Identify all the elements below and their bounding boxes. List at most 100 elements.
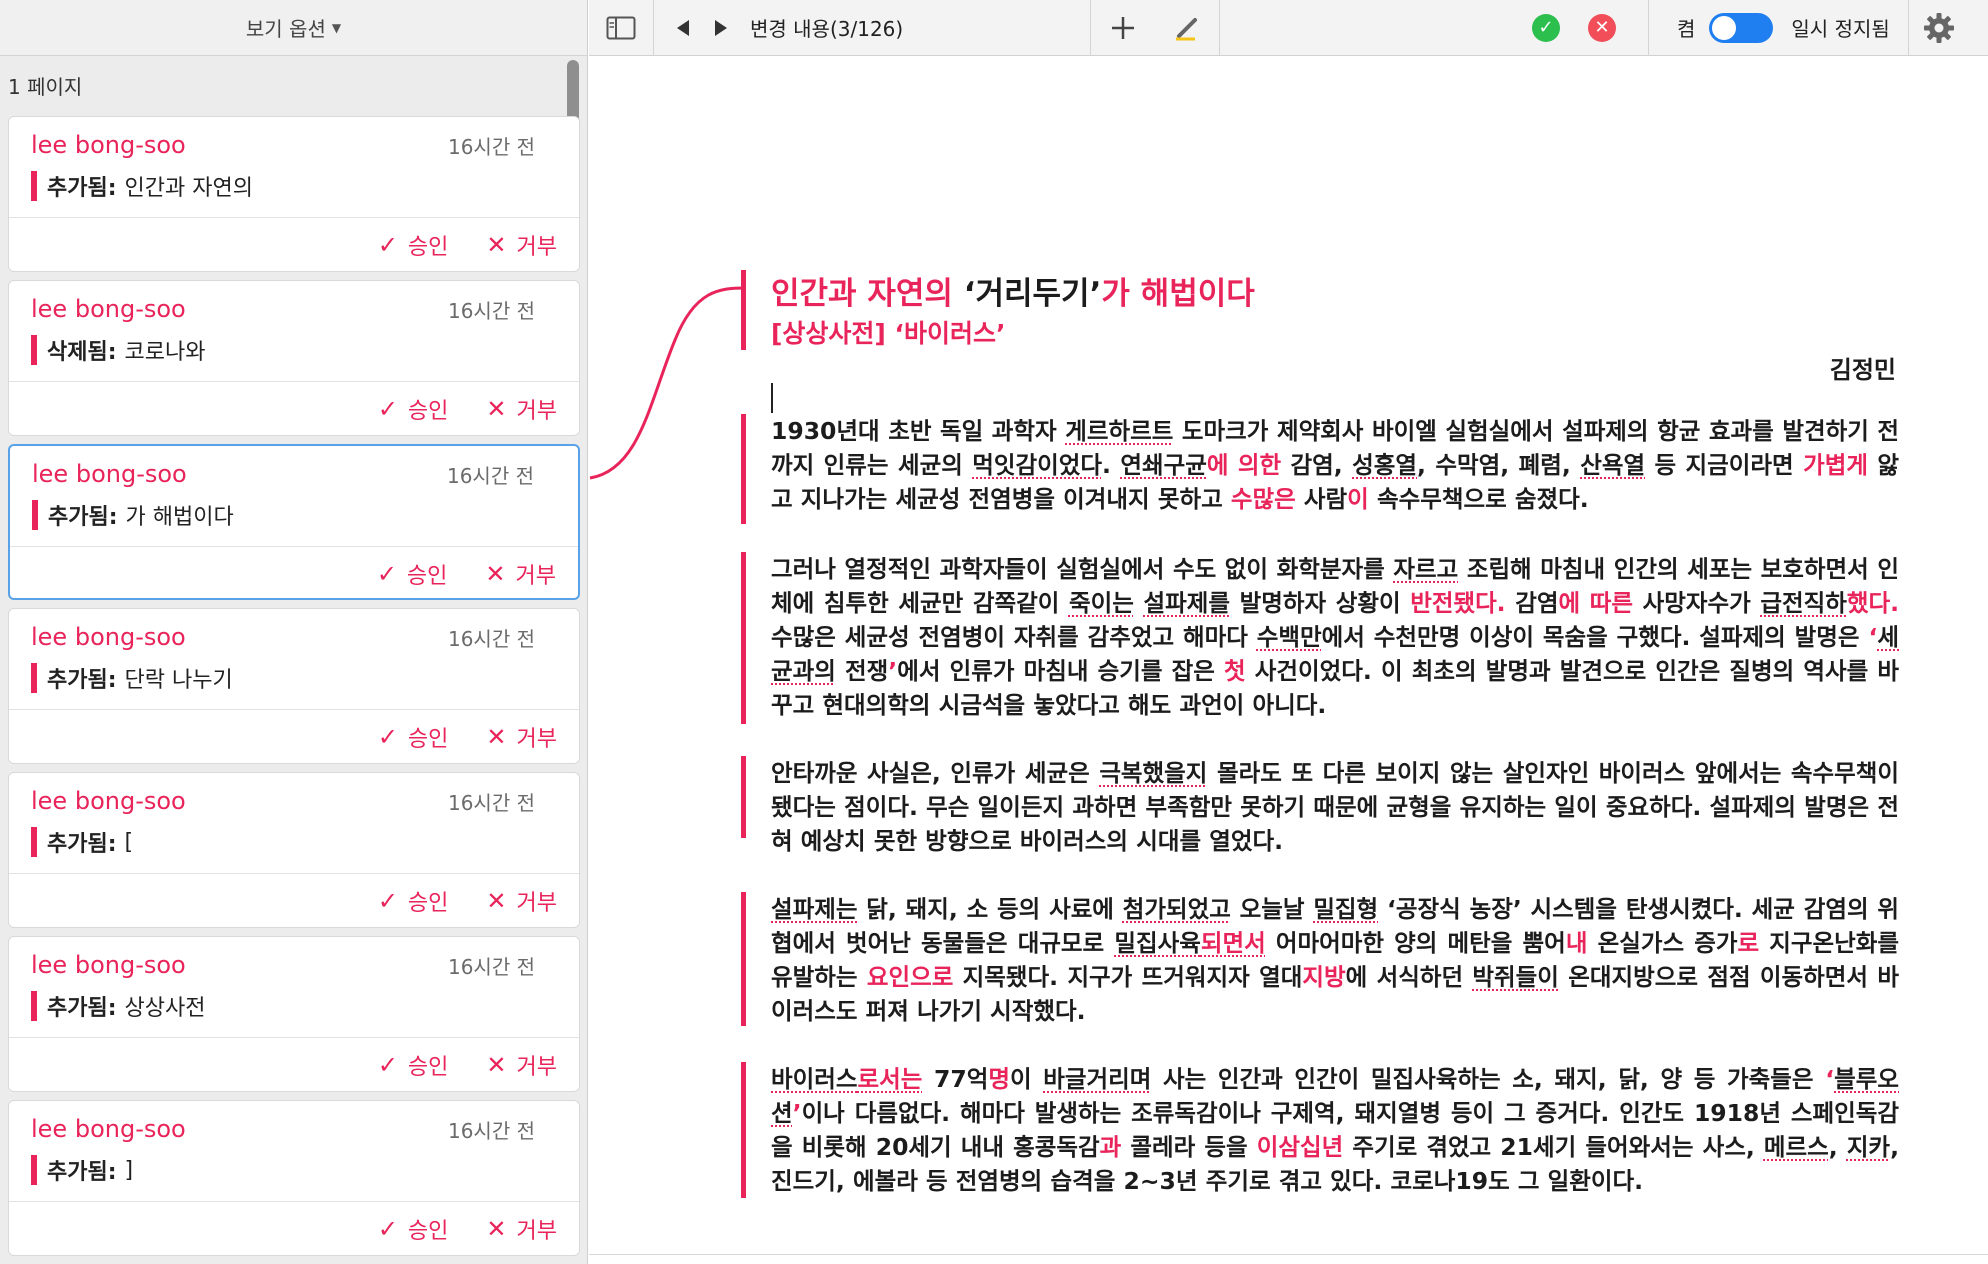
body-text: 77억	[922, 1065, 989, 1093]
x-icon: ✕	[486, 1215, 507, 1243]
change-card[interactable]: lee bong-soo 16시간 전 추가됨: 단락 나누기 ✓ 승인 ✕ 거부	[8, 608, 580, 764]
body-text: 감염	[1505, 589, 1559, 617]
highlight-button[interactable]	[1155, 0, 1219, 56]
accept-button[interactable]: ✓ 승인	[378, 885, 449, 917]
reject-button[interactable]: ✕ 거부	[486, 229, 557, 261]
accept-button[interactable]: ✓ 승인	[377, 558, 448, 590]
next-change-button[interactable]	[702, 0, 740, 56]
accept-button[interactable]: ✓ 승인	[378, 393, 449, 425]
accept-button[interactable]: ✓ 승인	[378, 721, 449, 753]
reject-button[interactable]: ✕ 거부	[486, 885, 557, 917]
change-card[interactable]: lee bong-soo 16시간 전 추가됨: 인간과 자연의 ✓ 승인 ✕ 거부	[8, 116, 580, 272]
card-author: lee bong-soo	[31, 787, 186, 815]
accept-button[interactable]: ✓ 승인	[378, 229, 449, 261]
accept-label: 승인	[407, 891, 449, 916]
change-card[interactable]: lee bong-soo 16시간 전 추가됨: [ ✓ 승인 ✕ 거부	[8, 772, 580, 928]
spellcheck-flagged-text: 메르스	[1763, 1133, 1829, 1161]
spellcheck-flagged-text: 밀집사육	[1114, 929, 1201, 957]
x-icon: ✕	[485, 560, 506, 588]
inserted-text: 첫	[1224, 657, 1246, 685]
body-text: 주기로 겪었고 21세기 들어와서는 사스,	[1343, 1133, 1764, 1161]
body-text: 사망자수가	[1633, 589, 1761, 617]
article-title: 인간과 자연의 ‘거리두기’가 해법이다	[771, 268, 1255, 313]
reject-label: 거부	[516, 399, 557, 424]
change-marker-bar	[31, 827, 37, 857]
inserted-text: 이삼십년	[1256, 1133, 1344, 1161]
card-change-summary: 삭제됨: 코로나와	[31, 333, 206, 367]
reject-button[interactable]: ✕ 거부	[485, 558, 556, 590]
reject-button[interactable]: ✕ 거부	[486, 721, 557, 753]
card-actions: ✓ 승인 ✕ 거부	[378, 721, 557, 753]
add-comment-button[interactable]	[1091, 0, 1155, 56]
card-divider	[9, 873, 579, 874]
plus-icon	[1112, 16, 1134, 39]
reject-change-button[interactable]: ✕	[1574, 0, 1630, 56]
tracking-toggle[interactable]	[1709, 12, 1774, 43]
change-type: 추가됨:	[48, 505, 118, 530]
toolbar-divider	[1648, 0, 1649, 56]
inserted-text: 과	[1099, 1133, 1122, 1161]
accept-change-button[interactable]: ✓	[1518, 0, 1574, 56]
change-card[interactable]: lee bong-soo 16시간 전 추가됨: ] ✓ 승인 ✕ 거부	[8, 1100, 580, 1256]
body-text: 사람	[1295, 485, 1348, 513]
sidebar-toggle-button[interactable]	[589, 0, 653, 56]
change-marker-bar	[31, 335, 37, 365]
spellcheck-flagged-text: 바이러스	[771, 1065, 858, 1093]
inserted-text: 내	[1565, 929, 1588, 957]
body-text: 수많은 세균성 전염병이 자취를 감추었고 해마다	[771, 623, 1257, 651]
body-paragraph-1[interactable]: 1930년대 초반 독일 과학자 게르하르트 도마크가 제약회사 바이엘 실험실…	[771, 414, 1899, 516]
body-paragraph-5[interactable]: 바이러스로서는 77억명이 바글거리며 사는 인간과 인간이 밀집사육하는 소,…	[771, 1062, 1899, 1198]
toolbar-divider	[1219, 0, 1220, 56]
check-circle-icon: ✓	[1532, 13, 1560, 42]
spellcheck-flagged-text: 지카	[1846, 1133, 1891, 1161]
card-change-summary: 추가됨: [	[31, 825, 133, 859]
change-card-selected[interactable]: lee bong-soo 16시간 전 추가됨: 가 해법이다 ✓ 승인 ✕ 거부	[8, 444, 580, 600]
accept-button[interactable]: ✓ 승인	[378, 1049, 449, 1081]
change-card[interactable]: lee bong-soo 16시간 전 추가됨: 상상사전 ✓ 승인 ✕ 거부	[8, 936, 580, 1092]
reject-button[interactable]: ✕ 거부	[486, 393, 557, 425]
inserted-text: 수많은	[1230, 485, 1296, 513]
card-timestamp: 16시간 전	[446, 464, 534, 488]
card-change-summary: 추가됨: 단락 나누기	[31, 661, 233, 695]
previous-change-button[interactable]	[664, 0, 702, 56]
reject-button[interactable]: ✕ 거부	[486, 1049, 557, 1081]
body-paragraph-2[interactable]: 그러나 열정적인 과학자들이 실험실에서 수도 없이 화학분자를 자르고 조립해…	[771, 552, 1899, 722]
spellcheck-flagged-text: 게르하르트	[1065, 417, 1174, 445]
reject-label: 거부	[516, 1219, 557, 1244]
triangle-right-icon	[715, 19, 727, 36]
change-text: 코로나와	[124, 340, 206, 365]
text-cursor	[771, 383, 773, 413]
body-paragraph-4[interactable]: 설파제는 닭, 돼지, 소 등의 사료에 첨가되었고 오늘날 밀집형 ‘공장식 …	[771, 892, 1899, 1028]
body-text: 등 지금이라면	[1645, 451, 1804, 479]
highlighter-pen-icon	[1176, 17, 1197, 40]
view-options-button[interactable]: 보기 옵션 ▼	[0, 0, 587, 56]
card-author: lee bong-soo	[31, 295, 186, 323]
settings-button[interactable]	[1909, 0, 1969, 56]
reject-button[interactable]: ✕ 거부	[486, 1213, 557, 1245]
card-divider	[9, 381, 579, 382]
body-text: 오늘날	[1230, 895, 1314, 923]
checkmark-icon: ✓	[377, 1215, 398, 1243]
card-actions: ✓ 승인 ✕ 거부	[378, 1213, 557, 1245]
page-bottom-divider	[589, 1254, 1988, 1255]
change-card[interactable]: lee bong-soo 16시간 전 삭제됨: 코로나와 ✓ 승인 ✕ 거부	[8, 280, 580, 436]
checkmark-icon: ✓	[377, 887, 398, 915]
body-paragraph-3[interactable]: 안타까운 사실은, 인류가 세균은 극복했을지 몰라도 또 다른 보이지 않는 …	[771, 756, 1899, 858]
card-timestamp: 16시간 전	[447, 627, 535, 651]
change-text: 단락 나누기	[124, 668, 233, 693]
change-marker-bar	[31, 991, 37, 1021]
change-bar	[741, 756, 746, 838]
body-text: 에 서식하던	[1345, 963, 1473, 991]
gear-icon	[1923, 12, 1954, 43]
spellcheck-flagged-text: 설파제는	[771, 895, 858, 923]
inserted-text: 가볍게	[1803, 451, 1868, 479]
reject-label: 거부	[516, 235, 557, 260]
change-connector-line	[589, 286, 746, 480]
spellcheck-flagged-text: 설파제를	[1143, 589, 1230, 617]
card-divider	[9, 1037, 579, 1038]
spellcheck-flagged-text: 자르고	[1393, 555, 1459, 583]
accept-button[interactable]: ✓ 승인	[378, 1213, 449, 1245]
inserted-text: 했다.	[1846, 589, 1900, 617]
spellcheck-flagged-text: 밀집형	[1313, 895, 1379, 923]
inserted-text: 지방	[1302, 963, 1346, 991]
